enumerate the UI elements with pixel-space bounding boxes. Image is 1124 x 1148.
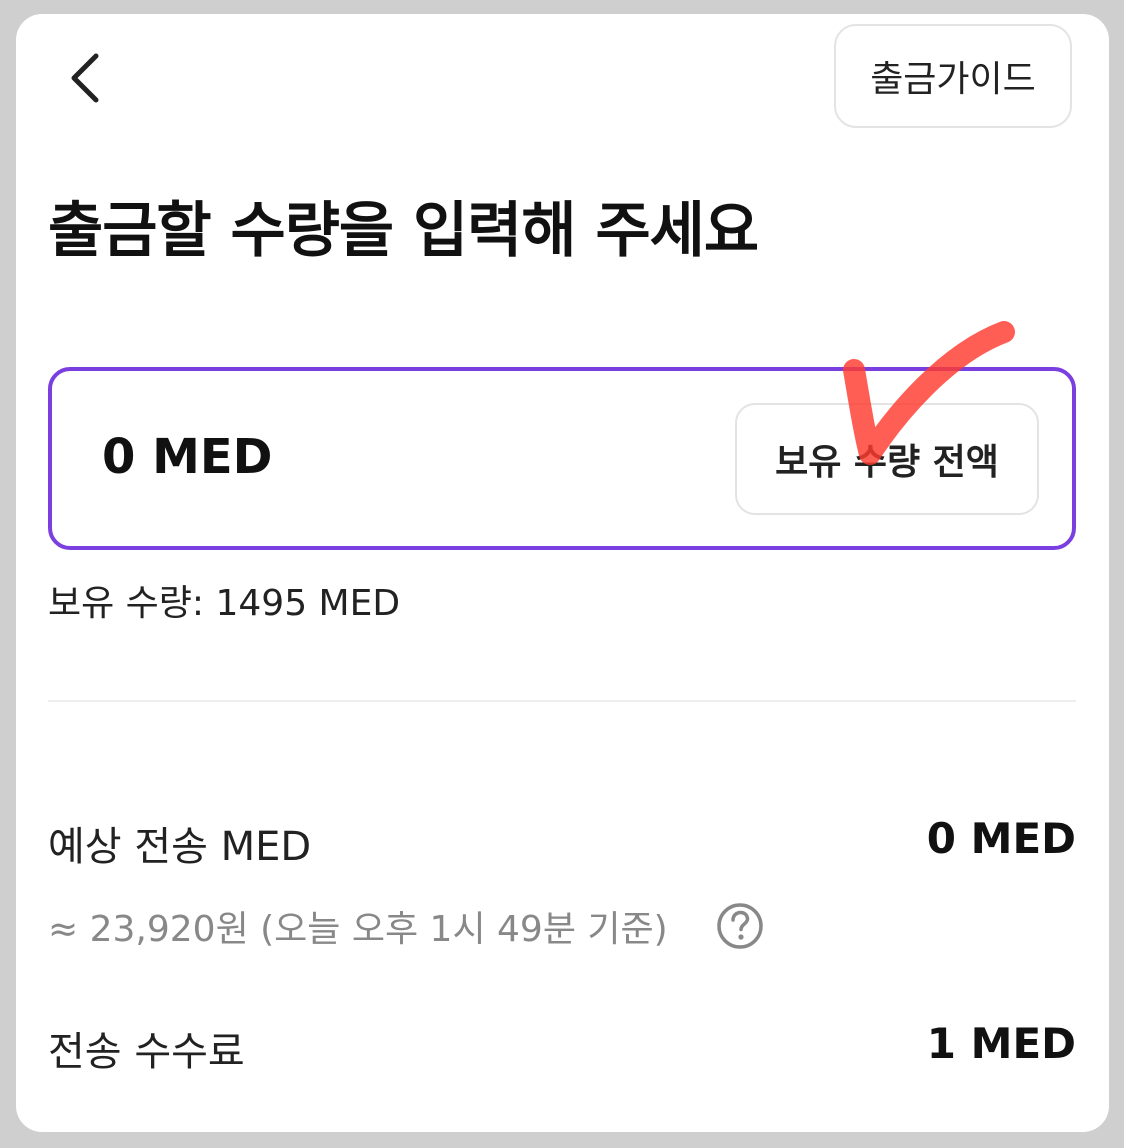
withdraw-guide-button[interactable]: 출금가이드: [834, 24, 1072, 128]
chevron-left-icon: [71, 53, 99, 103]
estimated-med-label: 예상 전송 MED: [48, 824, 312, 870]
fee-value: 1 MED: [926, 1019, 1076, 1068]
balance-text: 보유 수량: 1495 MED: [48, 583, 401, 624]
krw-estimate-text: ≈ 23,920원 (오늘 오후 1시 49분 기준): [48, 909, 668, 950]
divider: [48, 700, 1076, 702]
amount-input[interactable]: 0 MED: [102, 429, 273, 485]
fee-label: 전송 수수료: [48, 1029, 245, 1075]
question-circle-icon[interactable]: [716, 902, 764, 950]
amount-input-box[interactable]: 0 MED 보유 수량 전액: [48, 367, 1076, 550]
back-button[interactable]: [60, 48, 120, 108]
krw-estimate-line: ≈ 23,920원 (오늘 오후 1시 49분 기준): [48, 900, 764, 952]
withdraw-screen: 출금가이드 출금할 수량을 입력해 주세요 0 MED 보유 수량 전액 보유 …: [16, 14, 1109, 1132]
estimated-med-value: 0 MED: [926, 814, 1076, 863]
page-title: 출금할 수량을 입력해 주세요: [48, 196, 759, 266]
max-amount-button[interactable]: 보유 수량 전액: [735, 403, 1039, 515]
